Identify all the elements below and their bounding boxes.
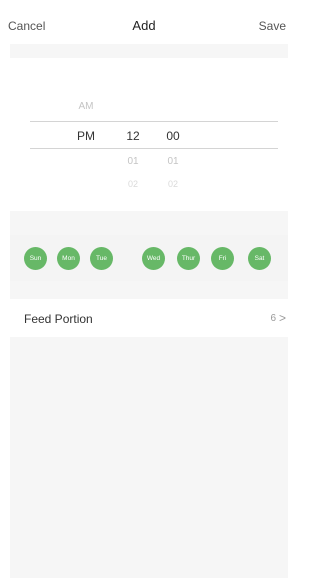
day-toggle-fri[interactable]: Fri (211, 247, 234, 270)
feed-portion-label: Feed Portion (24, 312, 93, 326)
section-divider (10, 44, 288, 58)
day-toggle-sun[interactable]: Sun (24, 247, 47, 270)
day-selector: Sun Mon Tue Wed Thur Fri Sat (10, 235, 288, 281)
page-title: Add (132, 18, 156, 33)
navigation-bar: Cancel Add Save (0, 0, 288, 44)
hour-option[interactable]: 02 (118, 179, 148, 189)
picker-selection-line-top (30, 121, 278, 122)
minute-option[interactable]: 01 (158, 156, 188, 167)
minute-selected[interactable]: 00 (158, 129, 188, 143)
period-option-am[interactable]: AM (71, 101, 101, 112)
hour-option[interactable]: 01 (118, 156, 148, 167)
save-button[interactable]: Save (259, 19, 286, 33)
period-selected[interactable]: PM (71, 129, 101, 143)
empty-content-area (10, 337, 288, 578)
section-divider (10, 211, 288, 235)
day-toggle-tue[interactable]: Tue (90, 247, 113, 270)
feed-portion-value: 6 (270, 313, 276, 324)
day-toggle-thur[interactable]: Thur (177, 247, 200, 270)
section-divider (10, 281, 288, 299)
feed-portion-row[interactable]: Feed Portion 6 > (10, 299, 288, 337)
day-toggle-mon[interactable]: Mon (57, 247, 80, 270)
time-picker[interactable]: AM PM 12 00 01 01 02 02 (10, 58, 288, 211)
minute-option[interactable]: 02 (158, 179, 188, 189)
hour-selected[interactable]: 12 (118, 129, 148, 143)
day-toggle-sat[interactable]: Sat (248, 247, 271, 270)
day-toggle-wed[interactable]: Wed (142, 247, 165, 270)
chevron-right-icon: > (278, 311, 286, 325)
picker-selection-line-bottom (30, 148, 278, 149)
